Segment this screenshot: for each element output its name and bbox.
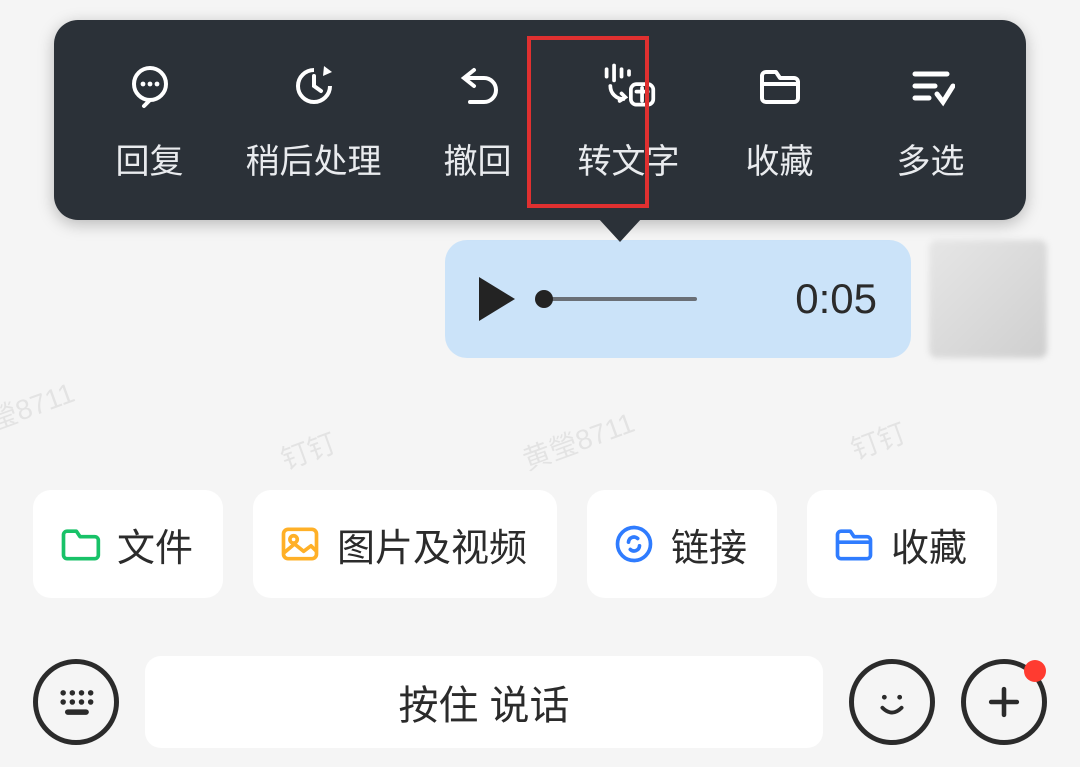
watermark: 黄瑩8711 [517, 401, 640, 478]
smile-icon [869, 679, 915, 725]
chip-label: 链接 [671, 517, 747, 572]
avatar[interactable] [929, 240, 1047, 358]
chip-file[interactable]: 文件 [33, 490, 223, 598]
hold-to-talk-button[interactable]: 按住 说话 [145, 656, 823, 748]
link-icon [611, 521, 657, 567]
folder-open-icon [831, 521, 877, 567]
image-icon [277, 521, 323, 567]
menu-item-favorite[interactable]: 收藏 [725, 58, 835, 183]
hold-to-talk-label: 按住 说话 [398, 673, 569, 731]
chip-media[interactable]: 图片及视频 [253, 490, 557, 598]
menu-item-label: 转文字 [578, 134, 680, 183]
reply-icon [122, 58, 178, 114]
play-icon[interactable] [479, 277, 515, 321]
emoji-button[interactable] [849, 659, 935, 745]
chip-favorite[interactable]: 收藏 [807, 490, 997, 598]
menu-item-label: 多选 [897, 134, 965, 183]
watermark: 钉钉 [275, 422, 341, 479]
menu-item-reply[interactable]: 回复 [95, 58, 205, 183]
folder-open-icon [752, 58, 808, 114]
menu-item-recall[interactable]: 撤回 [423, 58, 533, 183]
notification-dot [1024, 660, 1046, 682]
menu-item-multiselect[interactable]: 多选 [876, 58, 986, 183]
more-button[interactable] [961, 659, 1047, 745]
menu-item-label: 回复 [116, 134, 184, 183]
undo-icon [450, 58, 506, 114]
menu-item-label: 稍后处理 [246, 134, 382, 183]
keyboard-icon [54, 680, 98, 724]
chip-label: 图片及视频 [337, 517, 527, 572]
menu-item-to-text[interactable]: 转文字 [574, 58, 684, 183]
outgoing-message-row: 0:05 [445, 240, 1047, 358]
menu-item-label: 撤回 [444, 134, 512, 183]
chip-label: 收藏 [891, 517, 967, 572]
voice-duration: 0:05 [795, 275, 877, 323]
message-context-menu: 回复 稍后处理 撤回 [54, 20, 1026, 220]
chip-label: 文件 [117, 517, 193, 572]
clock-arrow-icon [286, 58, 342, 114]
chip-link[interactable]: 链接 [587, 490, 777, 598]
watermark: 黄瑩8711 [0, 371, 80, 448]
voice-progress-track[interactable] [537, 297, 697, 301]
menu-item-later[interactable]: 稍后处理 [246, 58, 382, 183]
plus-icon [982, 680, 1026, 724]
menu-item-label: 收藏 [746, 134, 814, 183]
input-bar: 按住 说话 [0, 637, 1080, 767]
folder-icon [57, 521, 103, 567]
quick-attachment-row: 文件 图片及视频 链接 收藏 [33, 490, 1047, 598]
keyboard-toggle-button[interactable] [33, 659, 119, 745]
voice-to-text-icon [601, 58, 657, 114]
watermark: 钉钉 [845, 412, 911, 469]
multiselect-icon [903, 58, 959, 114]
voice-message-bubble[interactable]: 0:05 [445, 240, 911, 358]
